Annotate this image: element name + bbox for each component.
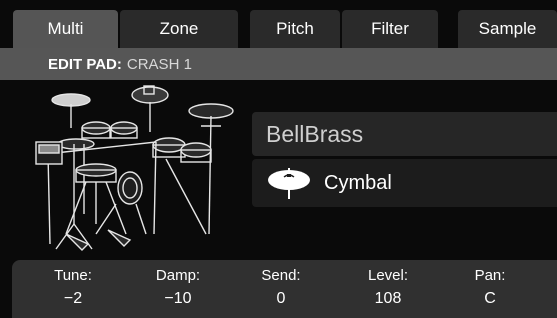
- tab-sample-label: Sample: [478, 19, 537, 38]
- tab-multi[interactable]: Multi: [13, 10, 118, 48]
- tab-zone[interactable]: Zone: [120, 10, 238, 48]
- tab-sample[interactable]: Sample: [458, 10, 557, 48]
- param-level[interactable]: Level: 108: [338, 260, 438, 318]
- param-damp-value: −10: [164, 290, 192, 307]
- param-pan[interactable]: Pan: C: [440, 260, 540, 318]
- tab-pitch-label: Pitch: [276, 19, 314, 38]
- sound-category-field[interactable]: Cymbal: [252, 159, 557, 207]
- tab-bar: Multi Zone Pitch Filter Sample: [0, 0, 557, 48]
- tab-filter[interactable]: Filter: [342, 10, 438, 48]
- param-send-value: 0: [276, 290, 286, 307]
- param-tune-label: Tune:: [54, 267, 92, 284]
- sound-name-field[interactable]: BellBrass: [252, 112, 557, 156]
- param-send-label: Send:: [261, 267, 301, 284]
- param-pan-label: Pan:: [474, 267, 506, 284]
- param-damp[interactable]: Damp: −10: [128, 260, 228, 318]
- parameter-bar: Tune: −2 Damp: −10 Send: 0 Level: 108 Pa…: [12, 260, 557, 318]
- sound-category-label: Cymbal: [324, 171, 392, 194]
- edit-pad-bar: EDIT PAD: CRASH 1: [0, 48, 557, 80]
- tab-multi-label: Multi: [47, 19, 84, 38]
- param-tune-value: −2: [63, 290, 83, 307]
- edit-pad-key: EDIT PAD:: [48, 55, 122, 73]
- param-damp-label: Damp:: [155, 267, 201, 284]
- param-level-label: Level:: [367, 267, 409, 284]
- tab-filter-label: Filter: [371, 19, 409, 38]
- sound-name: BellBrass: [266, 120, 364, 147]
- param-send[interactable]: Send: 0: [231, 260, 331, 318]
- param-tune[interactable]: Tune: −2: [23, 260, 123, 318]
- drum-kit-icon[interactable]: [26, 84, 246, 256]
- cymbal-icon: [264, 166, 314, 200]
- param-pan-value: C: [484, 290, 496, 307]
- edit-pad-value: CRASH 1: [126, 55, 192, 73]
- tab-pitch[interactable]: Pitch: [250, 10, 340, 48]
- param-level-value: 108: [374, 290, 402, 307]
- tab-zone-label: Zone: [159, 19, 199, 38]
